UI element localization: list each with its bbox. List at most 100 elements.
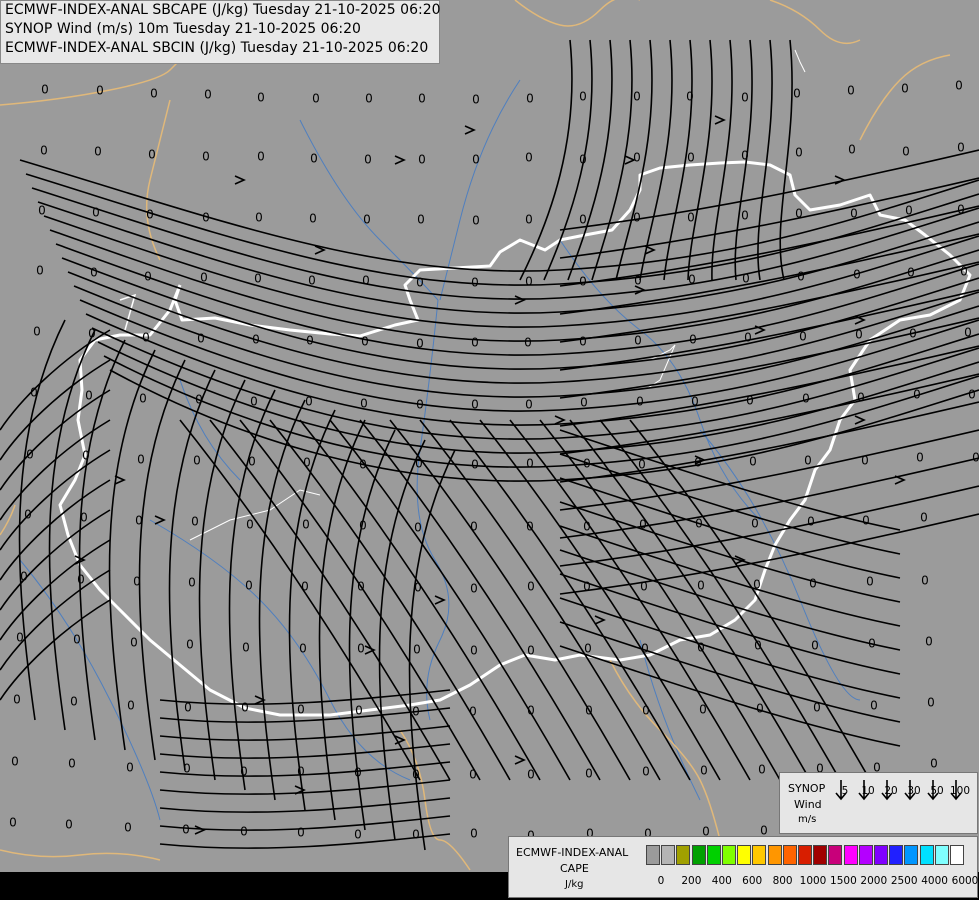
cin-value-label: 0 — [188, 576, 196, 590]
cin-value-label: 0 — [13, 693, 21, 707]
cin-value-label: 0 — [470, 644, 478, 658]
cin-value-label: 0 — [240, 825, 248, 839]
cin-value-label: 0 — [584, 642, 592, 656]
cin-value-label: 0 — [418, 153, 426, 167]
cape-color-swatch — [737, 845, 752, 865]
cape-color-swatch — [646, 845, 660, 865]
cin-value-label: 0 — [202, 150, 210, 164]
cape-tick-label: 600 — [742, 875, 763, 887]
wind-streamline — [559, 401, 979, 483]
cin-value-label: 0 — [687, 211, 695, 225]
cin-value-label: 0 — [848, 143, 856, 157]
lake-outline — [794, 49, 806, 73]
wind-streamline — [159, 833, 451, 849]
cin-value-label: 0 — [807, 515, 815, 529]
wind-streamline — [559, 345, 979, 427]
wind-streamline — [0, 359, 111, 461]
cape-legend-unit: J/kg — [565, 879, 584, 890]
cape-legend-subtitle: CAPE — [560, 862, 589, 875]
cape-color-swatch — [934, 845, 949, 865]
cin-value-label: 0 — [866, 575, 874, 589]
cin-value-label: 0 — [470, 827, 478, 841]
streamline-arrowhead — [514, 755, 526, 765]
wind-streamline — [0, 329, 111, 431]
wind-streamline — [159, 779, 451, 795]
wind-streamline — [318, 419, 366, 821]
cape-tick-label: 2500 — [890, 875, 918, 887]
streamline-arrowhead — [154, 515, 166, 525]
cin-value-label: 0 — [241, 701, 249, 715]
wind-arrow-icon — [950, 780, 962, 801]
cape-tick-label: 1000 — [799, 875, 827, 887]
streamline-arrowhead — [634, 285, 646, 295]
cin-value-label: 0 — [139, 392, 147, 406]
cin-value-label: 0 — [309, 212, 317, 226]
cape-tick-label: 400 — [711, 875, 732, 887]
wind-streamline — [567, 39, 613, 281]
cape-color-swatch — [782, 845, 797, 865]
river-line — [19, 559, 161, 821]
wind-streamline — [559, 373, 979, 455]
title-line-cape: ECMWF-INDEX-ANAL SBCAPE (J/kg) Tuesday 2… — [5, 2, 441, 18]
cin-value-label: 0 — [921, 574, 929, 588]
neighbor-border-line — [0, 849, 161, 861]
cin-value-label: 0 — [96, 84, 104, 98]
wind-streamline — [0, 389, 111, 491]
cin-value-label: 0 — [77, 573, 85, 587]
wind-streamline — [539, 419, 781, 781]
title-line-cin: ECMWF-INDEX-ANAL SBCIN (J/kg) Tuesday 21… — [5, 40, 429, 56]
cin-value-label: 0 — [245, 579, 253, 593]
cin-value-label: 0 — [204, 88, 212, 102]
cin-value-label: 0 — [148, 148, 156, 162]
weather-map[interactable]: 0 0 0 0 0 0 0 0 0 0 0 0 0 0 0 0 0 0 0 0 0 0 0 0 0 0 0 0 0 0 0 0 0 0 0 0 0 0 0 0… — [0, 0, 979, 900]
cin-value-label: 0 — [310, 152, 318, 166]
wind-arrow-icon — [927, 780, 939, 801]
cin-value-label: 0 — [242, 641, 250, 655]
cin-value-label: 0 — [9, 816, 17, 830]
cin-value-label: 0 — [73, 633, 81, 647]
cape-color-swatch — [813, 845, 828, 865]
synop-speed-column: 30 — [903, 779, 925, 801]
cin-value-label: 0 — [137, 453, 145, 467]
cin-value-label: 0 — [916, 451, 924, 465]
cin-value-label: 0 — [920, 511, 928, 525]
cin-value-label: 0 — [357, 642, 365, 656]
cape-tick-label: 0 — [657, 875, 665, 887]
cape-legend-title: ECMWF-INDEX-ANAL — [516, 846, 629, 859]
cin-value-label: 0 — [65, 818, 73, 832]
synop-speed-column: 10 — [857, 779, 879, 801]
wind-streamline — [159, 689, 451, 705]
cin-value-label: 0 — [525, 398, 533, 412]
cin-value-label: 0 — [633, 90, 641, 104]
cin-value-label: 0 — [299, 642, 307, 656]
streamline-arrowhead — [754, 325, 766, 335]
streamline-arrowhead — [434, 595, 446, 605]
streamline-arrowhead — [514, 295, 526, 305]
cape-color-swatch — [950, 845, 964, 865]
wind-streamline — [559, 233, 979, 315]
cape-color-swatch — [722, 845, 736, 865]
wind-streamline — [569, 419, 811, 781]
cin-value-label: 0 — [526, 457, 534, 471]
cin-value-label: 0 — [182, 823, 190, 837]
map-canvas: 0 0 0 0 0 0 0 0 0 0 0 0 0 0 0 0 0 0 0 0 0 0 0 0 0 0 0 0 0 0 0 0 0 0 0 0 0 0 0 0… — [0, 0, 979, 900]
cin-value-label: 0 — [85, 389, 93, 403]
cape-color-swatch — [706, 845, 721, 865]
cin-value-label: 0 — [527, 644, 535, 658]
streamline-arrowhead — [834, 175, 846, 185]
cin-value-label: 0 — [470, 582, 478, 596]
neighbor-border-line — [769, 0, 861, 45]
cin-value-label: 0 — [579, 335, 587, 349]
wind-arrow-icon — [858, 780, 870, 801]
cape-color-swatch — [874, 845, 888, 865]
cin-value-label: 0 — [901, 82, 909, 96]
neighbor-borders-layer — [0, 0, 951, 871]
cin-value-label: 0 — [471, 276, 479, 290]
cin-value-label: 0 — [847, 84, 855, 98]
cin-value-labels: 0 0 0 0 0 0 0 0 0 0 0 0 0 0 0 0 0 0 0 0 0 0 0 0 0 0 0 0 0 0 0 0 0 0 0 0 0 0 0 0… — [9, 79, 979, 843]
wind-arrow-icon — [835, 780, 847, 801]
cin-value-label: 0 — [930, 757, 938, 771]
cin-value-label: 0 — [804, 454, 812, 468]
cin-value-label: 0 — [471, 336, 479, 350]
wind-streamline — [159, 725, 451, 741]
